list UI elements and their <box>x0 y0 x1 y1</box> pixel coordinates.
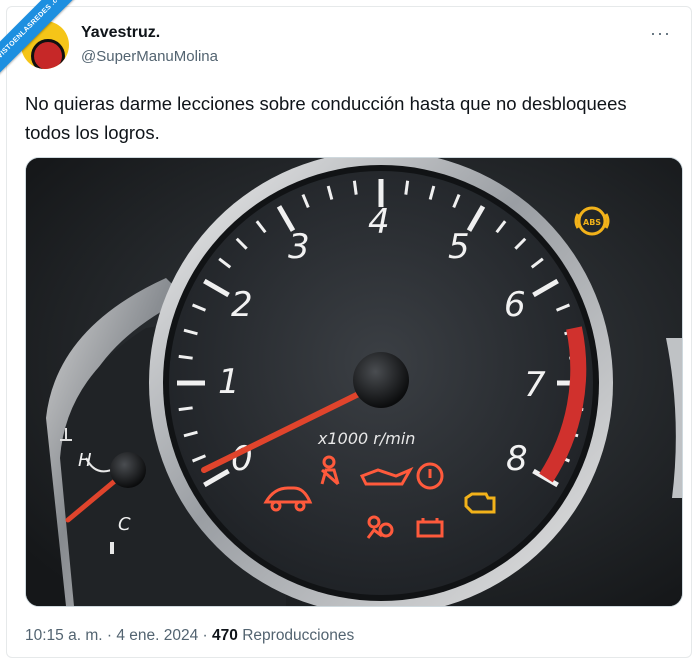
svg-text:ABS: ABS <box>583 218 601 227</box>
tach-tick <box>178 354 193 360</box>
tach-label-6: 6 <box>504 285 526 325</box>
watermark-text: VISTOENLASREDES .com <box>0 0 83 76</box>
user-handle[interactable]: @SuperManuMolina <box>81 48 218 65</box>
tach-label-5: 5 <box>448 227 470 267</box>
tweet-card: Yavestruz. @SuperManuMolina ··· No quier… <box>6 6 692 658</box>
tach-label-1: 1 <box>218 362 240 402</box>
watermark-ribbon: VISTOENLASREDES .com <box>0 0 100 100</box>
views-label: Reproducciones <box>242 627 355 644</box>
dashboard-image: 1 2 3 4 5 6 7 8 0 x1000 r/min ABS H C <box>26 158 682 606</box>
tach-label-3: 3 <box>288 227 310 267</box>
tach-label-4: 4 <box>368 202 390 242</box>
tach-label-8: 8 <box>506 439 528 479</box>
tach-tick <box>352 180 358 195</box>
tach-label-7: 7 <box>524 365 546 405</box>
tweet-time[interactable]: 10:15 a. m. <box>25 627 103 644</box>
tach-label-2: 2 <box>231 285 253 325</box>
rpm-unit-label: x1000 r/min <box>317 429 415 448</box>
temp-high-label: H <box>78 450 92 471</box>
tweet-media-image[interactable]: 1 2 3 4 5 6 7 8 0 x1000 r/min ABS H C <box>25 157 683 607</box>
more-options-icon[interactable]: ··· <box>650 23 671 44</box>
tach-tick <box>404 180 410 195</box>
meta-separator: · <box>106 627 113 644</box>
tweet-text: No quieras darme lecciones sobre conducc… <box>25 93 627 143</box>
tweet-metadata: 10:15 a. m. · 4 ene. 2024 · 470 Reproduc… <box>25 627 354 645</box>
needle-hub <box>353 352 409 408</box>
meta-separator: · <box>202 627 208 644</box>
temp-low-label: C <box>118 514 131 535</box>
tach-tick <box>178 406 193 412</box>
tweet-date[interactable]: 4 ene. 2024 <box>116 627 198 644</box>
views-count: 470 <box>212 627 238 644</box>
